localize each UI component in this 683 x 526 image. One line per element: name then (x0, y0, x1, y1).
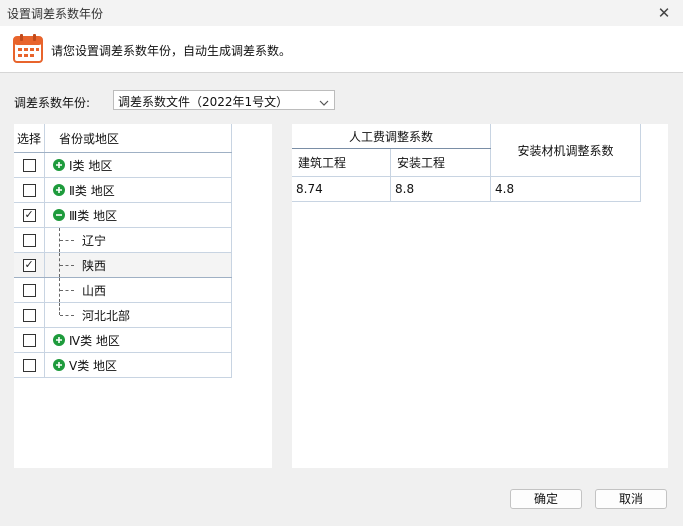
row-label: 辽宁 (82, 233, 107, 248)
tree-row[interactable]: 辽宁 (14, 227, 232, 253)
col-region-label: 省份或地区 (59, 131, 120, 146)
collapse-minus-icon[interactable] (53, 209, 65, 221)
install-value[interactable]: 8.8 (390, 176, 491, 202)
tree-connector (59, 228, 60, 252)
calendar-icon (12, 32, 44, 67)
building-value[interactable]: 8.74 (292, 176, 391, 202)
row-label: Ⅳ类 地区 (69, 333, 120, 348)
row-label: Ⅰ类 地区 (69, 158, 113, 173)
tree-row[interactable]: Ⅰ类 地区 (14, 152, 232, 178)
expand-plus-icon[interactable] (53, 159, 65, 171)
close-icon[interactable]: ✕ (655, 4, 673, 22)
row-checkbox[interactable] (22, 234, 36, 247)
row-checkbox[interactable] (22, 159, 36, 172)
row-checkbox[interactable]: ✓ (22, 258, 36, 272)
tree-row[interactable]: ✓ Ⅲ类 地区 (14, 202, 232, 228)
material-value[interactable]: 4.8 (490, 176, 641, 202)
row-checkbox[interactable] (22, 334, 36, 347)
row-checkbox[interactable] (22, 284, 36, 297)
install-header: 安装工程 (390, 148, 491, 177)
year-label: 调差系数年份: (14, 96, 91, 110)
tree-row[interactable]: 山西 (14, 277, 232, 303)
tree-connector (59, 278, 60, 302)
window-title: 设置调差系数年份 (7, 7, 104, 21)
tree-connector (59, 303, 60, 315)
row-label: Ⅲ类 地区 (69, 208, 118, 223)
check-icon: ✓ (24, 258, 34, 271)
row-label: 河北北部 (82, 308, 131, 323)
tree-connector (60, 289, 74, 291)
tree-connector (60, 314, 74, 316)
title-bar: 设置调差系数年份 ✕ (0, 0, 683, 26)
tree-header-row: 选择 省份或地区 (14, 124, 232, 153)
region-tree-panel: 选择 省份或地区 Ⅰ类 地区 Ⅱ类 地区 ✓ Ⅲ类 地区 辽宁 ✓ 陕西 山西 (14, 124, 272, 468)
tree-row[interactable]: Ⅴ类 地区 (14, 352, 232, 378)
building-header: 建筑工程 (292, 148, 391, 177)
expand-plus-icon[interactable] (53, 359, 65, 371)
coefficient-row[interactable]: 8.74 8.8 4.8 (292, 176, 641, 202)
chevron-down-icon (319, 96, 329, 110)
row-label: Ⅱ类 地区 (69, 183, 115, 198)
row-checkbox[interactable] (22, 184, 36, 197)
year-select-value: 调差系数文件（2022年1号文） (118, 95, 289, 109)
col-select-header: 选择 (14, 124, 45, 153)
row-label: 山西 (82, 283, 107, 298)
region-tree: 选择 省份或地区 Ⅰ类 地区 Ⅱ类 地区 ✓ Ⅲ类 地区 辽宁 ✓ 陕西 山西 (14, 124, 232, 378)
col-region-header: 省份或地区 (44, 124, 232, 153)
tree-row[interactable]: 河北北部 (14, 302, 232, 328)
tree-row-selected[interactable]: ✓ 陕西 (14, 252, 232, 278)
tree-connector (59, 253, 60, 277)
row-label: 陕西 (82, 258, 107, 273)
tree-connector (60, 264, 74, 266)
year-select[interactable]: 调差系数文件（2022年1号文） (113, 90, 335, 110)
tree-row[interactable]: Ⅱ类 地区 (14, 177, 232, 203)
tree-connector (60, 239, 74, 241)
row-label: Ⅴ类 地区 (69, 358, 118, 373)
material-header: 安装材机调整系数 (490, 124, 641, 177)
cancel-button[interactable]: 取消 (595, 489, 667, 509)
header-message: 请您设置调差系数年份，自动生成调差系数。 (51, 44, 292, 58)
ok-button[interactable]: 确定 (510, 489, 582, 509)
tree-row[interactable]: Ⅳ类 地区 (14, 327, 232, 353)
labor-group-header: 人工费调整系数 (292, 124, 491, 149)
coefficient-panel: 人工费调整系数 安装材机调整系数 建筑工程 安装工程 8.74 8.8 4.8 (292, 124, 668, 468)
row-checkbox[interactable] (22, 309, 36, 322)
dialog-header: 请您设置调差系数年份，自动生成调差系数。 (0, 26, 683, 73)
coefficient-table: 人工费调整系数 安装材机调整系数 建筑工程 安装工程 8.74 8.8 4.8 (292, 124, 641, 202)
expand-plus-icon[interactable] (53, 334, 65, 346)
check-icon: ✓ (24, 208, 34, 221)
row-checkbox[interactable] (22, 359, 36, 372)
expand-plus-icon[interactable] (53, 184, 65, 196)
row-checkbox[interactable]: ✓ (22, 208, 36, 222)
